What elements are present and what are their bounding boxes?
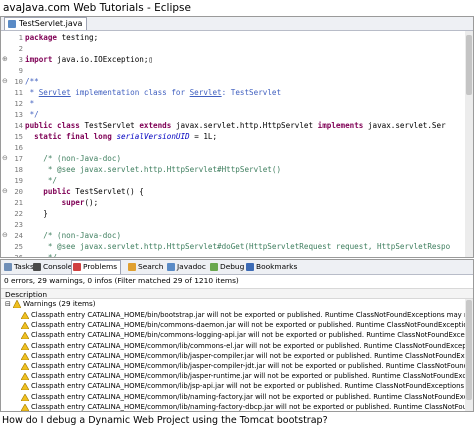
editor-body[interactable]: 1 2 3 ⊕ 9 10 ⊖ 11 12 13 14 15 16 17 ⊖ 18 19 20 ⊖ 21 22 23 24 ⊖ 2…: [1, 31, 473, 257]
line-number: 26: [3, 252, 23, 257]
view-tab-bar: Tasks Console Problems Search Javadoc Debug Bo…: [1, 260, 473, 275]
code-line[interactable]: */: [25, 175, 57, 186]
line-number: 22: [14, 209, 23, 218]
java-file-icon: [8, 20, 16, 28]
problems-icon: [73, 263, 81, 271]
description-column-header[interactable]: Description: [1, 288, 473, 299]
bookmarks-icon: [246, 263, 254, 271]
tab-label: Search: [138, 262, 164, 271]
tab-label: Javadoc: [177, 262, 206, 271]
line-number: 15: [14, 132, 23, 141]
tab-label: Console: [43, 262, 73, 271]
editor-tab-bar: TestServlet.java: [1, 17, 473, 31]
problem-row[interactable]: Classpath entry CATALINA_HOME/common/lib…: [1, 402, 465, 413]
collapse-icon[interactable]: ⊟: [5, 299, 11, 309]
line-number: 2: [18, 44, 23, 53]
tab-console[interactable]: Console: [32, 261, 72, 273]
warning-icon: [21, 312, 29, 319]
fold-toggle-icon[interactable]: ⊖: [2, 186, 8, 197]
code-line[interactable]: * @see javax.servlet.http.HttpServlet#do…: [25, 241, 450, 252]
scrollbar-thumb[interactable]: [466, 35, 472, 95]
line-number: 21: [14, 198, 23, 207]
editor-vertical-scrollbar[interactable]: [465, 31, 473, 257]
warning-icon: [21, 332, 29, 340]
code-line[interactable]: /**: [25, 76, 39, 87]
line-number: 9: [18, 66, 23, 75]
fold-toggle-icon[interactable]: ⊖: [2, 76, 8, 87]
warning-icon: [21, 352, 29, 360]
fold-toggle-icon[interactable]: ⊖: [2, 230, 8, 241]
warning-icon: [21, 363, 29, 370]
line-number: 12: [14, 99, 23, 108]
problems-vertical-scrollbar[interactable]: [465, 299, 473, 411]
warning-icon: [21, 342, 29, 350]
warning-icon: [13, 300, 21, 308]
warning-icon: [21, 383, 29, 391]
line-number: 19: [14, 176, 23, 185]
line-number: 16: [14, 143, 23, 152]
editor-tab-testservlet[interactable]: TestServlet.java: [4, 17, 88, 30]
window-title: avaJava.com Web Tutorials - Eclipse: [0, 0, 474, 16]
javadoc-icon: [167, 263, 175, 271]
code-line[interactable]: import java.io.IOException;▯: [25, 54, 153, 65]
code-line[interactable]: public class TestServlet extends javax.s…: [25, 120, 446, 131]
code-line[interactable]: * Servlet implementation class for Servl…: [25, 87, 282, 98]
code-line[interactable]: /* (non-Java-doc): [25, 230, 121, 241]
warning-icon: [21, 403, 29, 411]
warning-icon: [21, 393, 29, 401]
tab-label: Problems: [83, 262, 118, 271]
problem-description: Classpath entry CATALINA_HOME/common/lib…: [31, 402, 465, 411]
code-line[interactable]: /* (non-Java-doc): [25, 153, 121, 164]
page-caption: How do I debug a Dynamic Web Project usi…: [0, 413, 474, 429]
line-number: 25: [14, 242, 23, 251]
code-line[interactable]: package testing;: [25, 32, 98, 43]
line-number: 1: [18, 33, 23, 42]
tasks-icon: [4, 263, 12, 271]
line-number: 13: [14, 110, 23, 119]
console-icon: [33, 263, 41, 271]
warning-icon: [21, 322, 29, 330]
code-line[interactable]: static final long serialVersionUID = 1L;: [25, 131, 217, 142]
tab-javadoc[interactable]: Javadoc: [166, 261, 206, 273]
tab-debug[interactable]: Debug: [209, 261, 244, 273]
fold-toggle-icon[interactable]: ⊕: [2, 54, 8, 65]
tab-problems[interactable]: Problems: [71, 260, 122, 274]
warnings-group-label: Warnings (29 items): [23, 299, 96, 308]
warning-icon: [21, 373, 29, 381]
scrollbar-thumb[interactable]: [466, 300, 472, 400]
code-line[interactable]: */: [25, 109, 39, 120]
line-number: 14: [14, 121, 23, 130]
code-line[interactable]: * @see javax.servlet.http.HttpServlet#Ht…: [25, 164, 281, 175]
line-number: 18: [14, 165, 23, 174]
code-line[interactable]: *: [25, 98, 35, 109]
code-editor[interactable]: package testing; import java.io.IOExcepti…: [25, 31, 465, 257]
tab-tasks[interactable]: Tasks: [3, 261, 34, 273]
line-number: 11: [14, 88, 23, 97]
code-line[interactable]: */: [25, 252, 57, 257]
tab-label: Debug: [220, 262, 245, 271]
problems-view-pane: Tasks Console Problems Search Javadoc Debug Bo…: [0, 259, 474, 412]
tab-label: Bookmarks: [256, 262, 298, 271]
code-line[interactable]: super();: [25, 197, 99, 208]
problems-summary: 0 errors, 29 warnings, 0 infos (Filter m…: [4, 276, 239, 285]
code-line[interactable]: }: [25, 208, 48, 219]
editor-pane: TestServlet.java 1 2 3 ⊕ 9 10 ⊖ 11 12 13 14 15 16 17 ⊖…: [0, 16, 474, 258]
tab-bookmarks[interactable]: Bookmarks: [245, 261, 297, 273]
tab-label: Tasks: [14, 262, 34, 271]
line-number-gutter: 1 2 3 ⊕ 9 10 ⊖ 11 12 13 14 15 16 17 ⊖ 18 19 20 ⊖ 21 22 23 24 ⊖ 2…: [1, 31, 25, 257]
warnings-group-row[interactable]: ⊟ Warnings (29 items): [1, 299, 465, 309]
code-line[interactable]: public TestServlet() {: [25, 186, 144, 197]
line-number: 23: [14, 220, 23, 229]
search-icon: [128, 263, 136, 271]
tab-search[interactable]: Search: [127, 261, 163, 273]
fold-toggle-icon[interactable]: ⊖: [2, 153, 8, 164]
editor-tab-label: TestServlet.java: [19, 19, 83, 28]
debug-icon: [210, 263, 218, 271]
